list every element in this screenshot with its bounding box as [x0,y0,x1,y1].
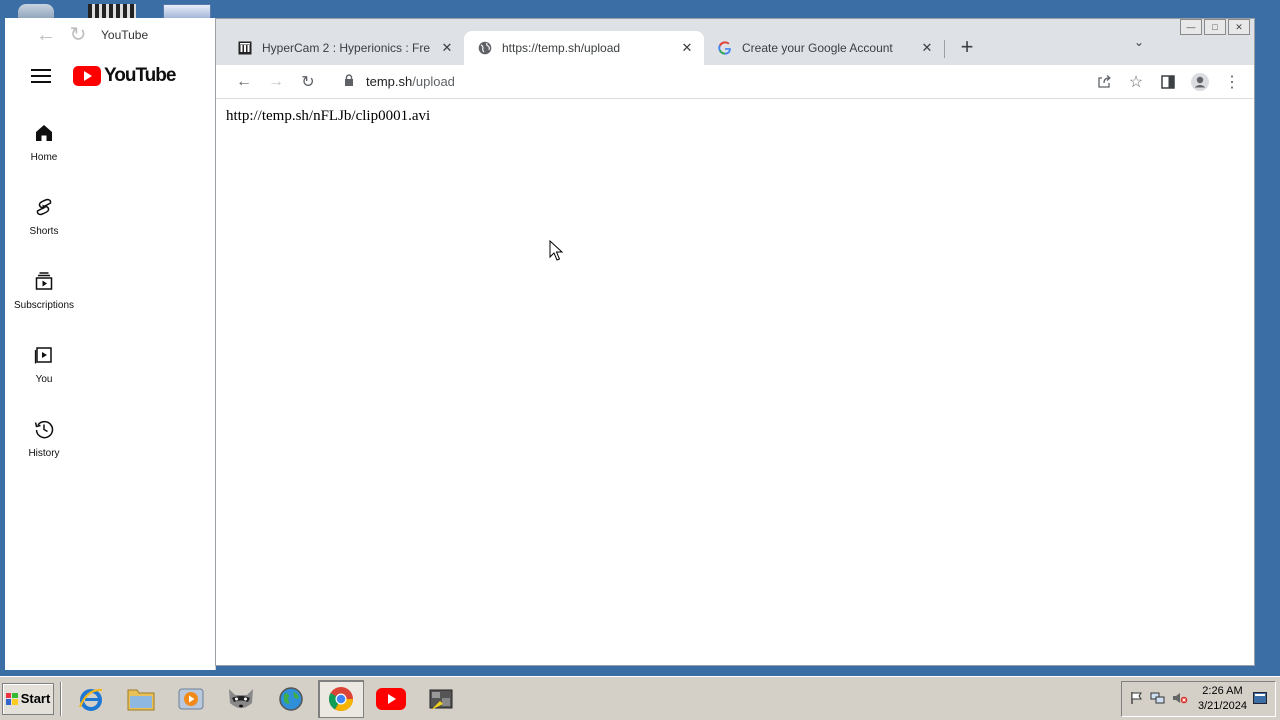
youtube-app-window: ← ↻ YouTube YouTube Home Shorts Subscrip [5,18,216,670]
page-content: http://temp.sh/nFLJb/clip0001.avi [216,99,1254,665]
globe-app-icon[interactable] [268,680,314,718]
tab-label: https://temp.sh/upload [502,41,621,55]
nav-label: You [35,374,53,385]
you-icon [33,344,55,366]
side-panel-icon[interactable] [1152,68,1184,96]
forward-button[interactable]: → [260,68,292,96]
home-icon [33,122,55,144]
clock-date: 3/21/2024 [1198,700,1247,712]
menu-icon[interactable] [31,69,51,83]
address-text: temp.sh/upload [366,74,455,89]
youtube-play-icon [73,66,101,86]
media-player-icon[interactable] [168,680,214,718]
start-label: Start [20,691,51,706]
system-tray: 2:26 AM 3/21/2024 [1121,681,1276,717]
shorts-icon [33,196,55,218]
google-icon [718,41,732,55]
subscriptions-icon [33,270,55,292]
internet-explorer-icon[interactable] [68,680,114,718]
close-tab-icon[interactable]: ✕ [920,40,934,56]
new-tab-button[interactable]: + [953,34,981,62]
back-arrow-icon[interactable]: ← [35,24,57,46]
bookmark-star-icon[interactable]: ☆ [1120,68,1152,96]
nav-item-history[interactable]: History [5,404,83,478]
tab-label: Create your Google Account [742,41,893,55]
nav-label: Home [30,152,58,163]
tab-google-account[interactable]: Create your Google Account ✕ [704,31,944,65]
taskbar-separator [60,681,62,716]
nav-item-you[interactable]: You [5,330,83,404]
history-icon [33,418,55,440]
lock-icon[interactable] [344,74,354,89]
browser-toolbar: ← → ↻ temp.sh/upload ☆ ⋮ [216,65,1254,99]
system-clock[interactable]: 2:26 AM 3/21/2024 [1198,684,1247,714]
clock-time: 2:26 AM [1202,685,1243,697]
start-button[interactable]: Start [2,682,54,715]
nav-item-subscriptions[interactable]: Subscriptions [5,256,83,330]
windows-flag-icon [5,692,18,705]
address-path: /upload [412,74,455,89]
tab-separator [944,40,945,58]
nav-item-home[interactable]: Home [5,108,83,182]
globe-icon [478,41,492,55]
tab-search-chevron-icon[interactable]: ⌄ [1134,35,1144,49]
chrome-window: — □ ✕ HyperCam 2 : Hyperionics : Free ✕ … [215,18,1255,666]
raccoon-app-icon[interactable] [218,680,264,718]
volume-muted-icon[interactable] [1172,691,1188,708]
archive-icon [238,41,252,55]
hypercam-icon[interactable] [418,680,464,718]
nav-label: Subscriptions [13,300,75,311]
network-icon[interactable] [1150,691,1166,708]
reload-button[interactable]: ↻ [292,68,324,96]
reload-icon[interactable]: ↻ [67,24,89,46]
close-tab-icon[interactable]: ✕ [680,40,694,56]
share-icon[interactable] [1088,68,1120,96]
youtube-titlebar: ← ↻ YouTube [5,18,215,52]
tab-hypercam[interactable]: HyperCam 2 : Hyperionics : Free ✕ [224,31,464,65]
back-button[interactable]: ← [228,68,260,96]
address-host: temp.sh [366,74,413,89]
close-tab-icon[interactable]: ✕ [440,40,454,56]
chrome-icon[interactable] [318,679,364,718]
logo-text: YouTube [104,65,176,86]
youtube-icon[interactable] [368,680,414,718]
nav-item-shorts[interactable]: Shorts [5,182,83,256]
mouse-cursor-icon [549,239,564,265]
tab-temp-sh[interactable]: https://temp.sh/upload ✕ [464,31,704,65]
address-bar[interactable]: temp.sh/upload [334,67,1088,96]
tab-strip: HyperCam 2 : Hyperionics : Free ✕ https:… [216,19,1254,65]
youtube-logo[interactable]: YouTube [73,65,176,87]
window-title: YouTube [101,28,149,42]
file-explorer-icon[interactable] [118,680,164,718]
more-menu-icon[interactable]: ⋮ [1216,68,1248,96]
taskbar: Start 2:26 AM 3/21/2024 [0,676,1280,720]
action-center-flag-icon[interactable] [1130,691,1144,708]
youtube-nav: Home Shorts Subscriptions You History [5,108,215,478]
tab-label: HyperCam 2 : Hyperionics : Free [262,41,430,55]
upload-result-text[interactable]: http://temp.sh/nFLJb/clip0001.avi [226,108,430,125]
profile-avatar-icon[interactable] [1184,68,1216,96]
nav-label: Shorts [29,226,59,237]
show-desktop-icon[interactable] [1252,691,1267,707]
nav-label: History [28,448,60,459]
